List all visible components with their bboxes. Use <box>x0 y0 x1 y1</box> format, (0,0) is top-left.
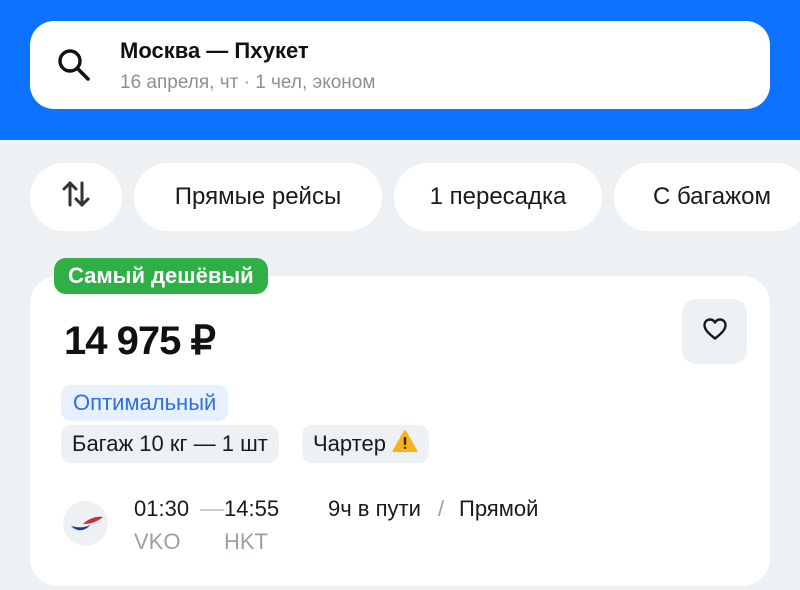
cheapest-badge: Самый дешёвый <box>54 258 268 294</box>
charter-tag: Чартер <box>302 425 429 463</box>
flight-stops: Прямой <box>459 496 539 521</box>
airline-logo <box>63 501 108 546</box>
warning-icon <box>392 429 418 459</box>
filter-chip-baggage[interactable]: С багажом <box>614 163 800 231</box>
heart-icon <box>702 317 728 346</box>
ticket-price: 14 975 ₽ <box>64 319 216 363</box>
search-icon[interactable] <box>56 47 92 88</box>
duration-separator: / <box>438 496 445 521</box>
flight-duration: 9ч в пути <box>328 496 421 521</box>
search-field[interactable] <box>30 21 770 109</box>
sort-icon <box>59 177 93 218</box>
search-details[interactable]: 16 апреля, чт · 1 чел, эконом <box>120 72 375 94</box>
arrival-airport: HKT <box>224 529 268 554</box>
route-title[interactable]: Москва — Пхукет <box>120 38 309 64</box>
departure-time: 01:30 <box>134 496 190 521</box>
time-separator <box>200 509 224 511</box>
favorite-button[interactable] <box>682 299 747 364</box>
baggage-tag: Багаж 10 кг — 1 шт <box>61 425 279 463</box>
filter-chip-one-stop[interactable]: 1 пересадка <box>394 163 602 231</box>
departure-airport: VKO <box>134 529 181 554</box>
charter-label: Чартер <box>313 431 386 456</box>
sort-button[interactable] <box>30 163 122 231</box>
arrival-time: 14:55 <box>224 496 280 521</box>
optimal-tag: Оптимальный <box>61 385 229 421</box>
filter-chip-direct[interactable]: Прямые рейсы <box>134 163 382 231</box>
